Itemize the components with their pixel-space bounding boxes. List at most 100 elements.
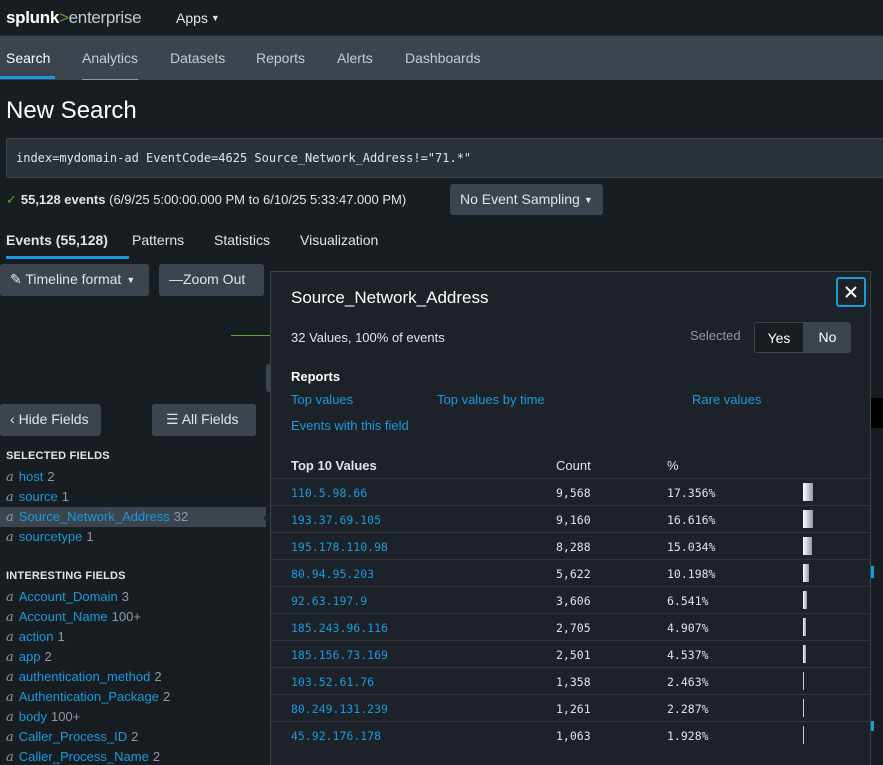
splunk-logo[interactable]: splunk>enterprise (6, 8, 142, 28)
value-link[interactable]: 110.5.98.66 (291, 486, 367, 500)
table-row[interactable]: 103.52.61.76 1,358 2.463% (271, 667, 870, 694)
selected-yes-button[interactable]: Yes (754, 322, 804, 353)
value-count: 1,358 (556, 675, 591, 689)
tab-patterns[interactable]: Patterns (132, 232, 184, 248)
value-link[interactable]: 80.94.95.203 (291, 567, 374, 581)
app-navbar: Search Analytics Datasets Reports Alerts… (0, 36, 883, 80)
field-action[interactable]: a action 1 (0, 627, 266, 647)
field-name: Account_Domain (18, 589, 118, 604)
table-row[interactable]: 185.156.73.169 2,501 4.537% (271, 640, 870, 667)
value-percent: 15.034% (667, 540, 716, 554)
events-area-marker (871, 566, 874, 578)
string-type-icon: a (6, 650, 14, 665)
value-link[interactable]: 193.37.69.105 (291, 513, 381, 527)
field-caller-process-id[interactable]: a Caller_Process_ID 2 (0, 727, 266, 747)
value-link[interactable]: 92.63.197.9 (291, 594, 367, 608)
value-percent: 4.907% (667, 621, 709, 635)
top-values-header: Top 10 Values (291, 458, 377, 473)
field-caller-process-name[interactable]: a Caller_Process_Name 2 (0, 747, 266, 765)
event-count: 55,128 events (20, 192, 106, 207)
reports-header: Reports (291, 369, 341, 384)
pencil-icon: ✎ (10, 271, 22, 287)
search-query: index=mydomain-ad EventCode=4625 Source_… (16, 151, 472, 165)
all-fields-button[interactable]: ☰ All Fields (152, 404, 256, 436)
nav-datasets[interactable]: Datasets (170, 50, 225, 66)
tab-events[interactable]: Events (55,128) (6, 232, 108, 248)
chevron-down-icon: ▼ (583, 195, 593, 205)
table-row[interactable]: 193.37.69.105 9,160 16.616% (271, 505, 870, 532)
search-status: ✓ 55,128 events (6/9/25 5:00:00.000 PM to… (6, 192, 406, 208)
field-count: 2 (162, 689, 171, 704)
list-icon: ☰ (166, 411, 179, 427)
zoom-out-button[interactable]: —Zoom Out (159, 264, 264, 296)
field-name: action (18, 629, 54, 644)
table-row[interactable]: 80.249.131.239 1,261 2.287% (271, 694, 870, 721)
string-type-icon: a (6, 630, 14, 645)
tab-visualization[interactable]: Visualization (300, 232, 378, 248)
field-count: 32 (173, 509, 189, 524)
field-source[interactable]: a source 1 (0, 487, 266, 507)
rare-values-link[interactable]: Rare values (692, 392, 761, 407)
string-type-icon: a (6, 470, 14, 485)
apps-menu[interactable]: Apps ▼ (176, 10, 220, 26)
top-values-by-time-link[interactable]: Top values by time (437, 392, 545, 407)
search-input[interactable]: index=mydomain-ad EventCode=4625 Source_… (6, 138, 883, 178)
top-values-link[interactable]: Top values (291, 392, 353, 407)
field-account-domain[interactable]: a Account_Domain 3 (0, 587, 266, 607)
table-row[interactable]: 185.243.96.116 2,705 4.907% (271, 613, 870, 640)
percent-bar (803, 483, 813, 501)
nav-dashboards[interactable]: Dashboards (405, 50, 481, 66)
field-account-name[interactable]: a Account_Name 100+ (0, 607, 266, 627)
events-area-marker (871, 721, 874, 731)
percent-bar (803, 510, 813, 528)
top-bar: splunk>enterprise Apps ▼ (0, 0, 883, 36)
field-name: app (18, 649, 41, 664)
hide-fields-button[interactable]: ‹ Hide Fields (0, 404, 101, 436)
nav-alerts[interactable]: Alerts (337, 50, 373, 66)
value-percent: 10.198% (667, 567, 716, 581)
field-authentication-package[interactable]: a Authentication_Package 2 (0, 687, 266, 707)
table-row[interactable]: 92.63.197.9 3,606 6.541% (271, 586, 870, 613)
percent-bar (803, 564, 809, 582)
timeline-format-button[interactable]: ✎ Timeline format ▼ (0, 264, 149, 296)
value-link[interactable]: 80.249.131.239 (291, 702, 388, 716)
event-sampling-dropdown[interactable]: No Event Sampling ▼ (450, 184, 603, 215)
close-button[interactable] (836, 277, 866, 307)
field-authentication-method[interactable]: a authentication_method 2 (0, 667, 266, 687)
value-count: 9,568 (556, 486, 591, 500)
table-row[interactable]: 110.5.98.66 9,568 17.356% (271, 478, 870, 505)
nav-reports[interactable]: Reports (256, 50, 305, 66)
value-count: 1,261 (556, 702, 591, 716)
table-row[interactable]: 195.178.110.98 8,288 15.034% (271, 532, 870, 559)
selected-no-button[interactable]: No (804, 322, 851, 353)
value-count: 8,288 (556, 540, 591, 554)
string-type-icon: a (6, 530, 14, 545)
field-name: Account_Name (18, 609, 108, 624)
value-link[interactable]: 185.243.96.116 (291, 621, 388, 635)
field-app[interactable]: a app 2 (0, 647, 266, 667)
table-row[interactable]: 45.92.176.178 1,063 1.928% (271, 721, 870, 748)
field-body[interactable]: a body 100+ (0, 707, 266, 727)
nav-search[interactable]: Search (6, 50, 50, 66)
string-type-icon: a (6, 710, 14, 725)
field-name: Source_Network_Address (18, 509, 170, 524)
value-percent: 6.541% (667, 594, 709, 608)
events-with-field-link[interactable]: Events with this field (291, 418, 409, 433)
field-name: sourcetype (18, 529, 83, 544)
field-host[interactable]: a host 2 (0, 467, 266, 487)
value-link[interactable]: 103.52.61.76 (291, 675, 374, 689)
table-row[interactable]: 80.94.95.203 5,622 10.198% (271, 559, 870, 586)
value-percent: 2.287% (667, 702, 709, 716)
percent-bar (803, 645, 806, 663)
value-link[interactable]: 185.156.73.169 (291, 648, 388, 662)
value-percent: 17.356% (667, 486, 716, 500)
nav-analytics[interactable]: Analytics (82, 50, 138, 66)
value-link[interactable]: 45.92.176.178 (291, 729, 381, 743)
tab-statistics[interactable]: Statistics (214, 232, 270, 248)
field-source-network-address[interactable]: a Source_Network_Address 32 (0, 507, 266, 527)
value-link[interactable]: 195.178.110.98 (291, 540, 388, 554)
field-name: source (18, 489, 58, 504)
field-sourcetype[interactable]: a sourcetype 1 (0, 527, 266, 547)
value-percent: 16.616% (667, 513, 716, 527)
string-type-icon: a (6, 610, 14, 625)
